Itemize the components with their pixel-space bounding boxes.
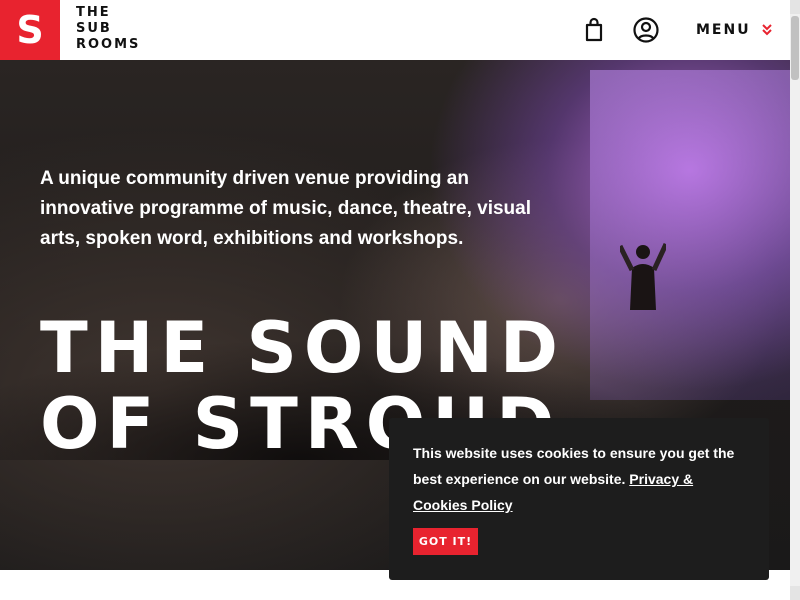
accept-cookies-button[interactable]: GOT IT! <box>413 528 478 555</box>
site-header: S THE SUB ROOMS MENU <box>0 0 790 60</box>
logo-wordmark[interactable]: THE SUB ROOMS <box>76 5 140 53</box>
chevron-down-icon <box>761 24 772 36</box>
scroll-up-arrow[interactable] <box>790 0 800 14</box>
cookie-message-block: This website uses cookies to ensure you … <box>413 440 743 518</box>
hero-title-line: THE SOUND <box>40 307 565 389</box>
dj-figure <box>620 242 666 310</box>
logo-line: THE <box>76 5 111 20</box>
logo-mark[interactable]: S <box>0 0 60 60</box>
hero-intro-text: A unique community driven venue providin… <box>40 168 531 249</box>
logo-letter: S <box>16 8 44 52</box>
menu-button[interactable]: MENU <box>696 20 773 40</box>
scroll-down-arrow[interactable] <box>790 586 800 600</box>
page-scrollbar[interactable] <box>790 0 800 600</box>
menu-label: MENU <box>696 22 751 38</box>
shopping-bag-icon[interactable] <box>580 16 608 44</box>
logo-line: ROOMS <box>76 37 141 52</box>
scroll-thumb[interactable] <box>791 16 799 80</box>
logo-line: SUB <box>76 21 112 36</box>
cookie-banner: This website uses cookies to ensure you … <box>389 418 769 580</box>
account-icon[interactable] <box>632 16 660 44</box>
